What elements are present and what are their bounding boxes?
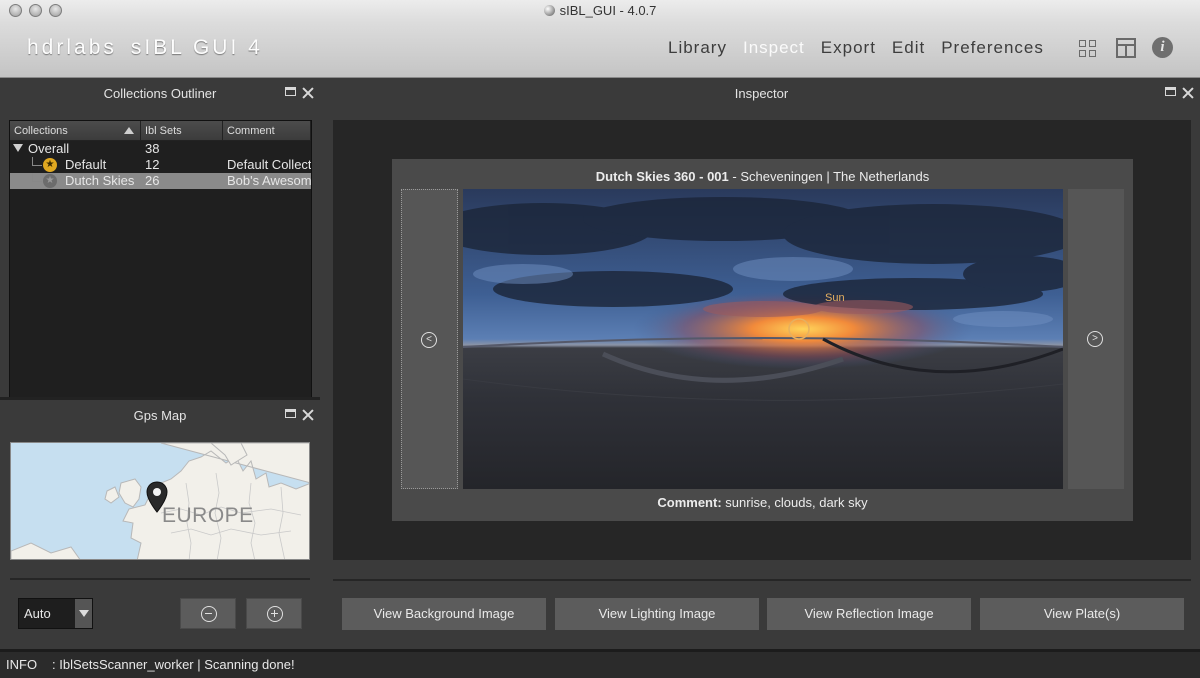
grid-layout-icon[interactable] xyxy=(1077,38,1097,58)
menu-edit[interactable]: Edit xyxy=(892,38,925,58)
view-plates-button[interactable]: View Plate(s) xyxy=(980,598,1184,630)
menu-preferences[interactable]: Preferences xyxy=(941,38,1044,58)
panorama-preview-image[interactable]: Sun xyxy=(463,189,1063,489)
chevron-right-icon: > xyxy=(1087,331,1103,347)
status-message: : IblSetsScanner_worker | Scanning done! xyxy=(52,657,295,672)
app-icon xyxy=(543,5,555,16)
panel-title: Gps Map xyxy=(133,408,187,423)
close-panel-icon[interactable] xyxy=(302,87,314,99)
float-panel-icon[interactable] xyxy=(1165,87,1176,96)
tree-row-dutch-skies[interactable]: ★Dutch Skies 26 Bob's Awesome Collection xyxy=(10,173,311,189)
collections-outliner-panel: Collections Outliner Collections Ibl Set… xyxy=(0,78,320,466)
ibl-set-card: Dutch Skies 360 - 001 - Scheveningen | T… xyxy=(392,159,1133,521)
menu-inspect[interactable]: Inspect xyxy=(743,38,805,58)
sun-position-label: Sun xyxy=(825,292,845,304)
minus-icon xyxy=(201,606,217,622)
inspector-panel: Inspector Dutch Skies 360 - 001 - Scheve… xyxy=(323,78,1200,649)
panel-title: Collections Outliner xyxy=(103,86,217,101)
status-bar: INFO : IblSetsScanner_worker | Scanning d… xyxy=(0,649,1200,678)
ibl-set-title: Dutch Skies 360 - 001 - Scheveningen | T… xyxy=(595,169,930,184)
next-set-button[interactable]: > xyxy=(1068,189,1124,489)
gps-map[interactable]: EUROPE xyxy=(10,442,310,560)
toolbar: sIBL_GUI - 4.0.7 hdrlabs sIBL GUI 4 Libra… xyxy=(0,0,1200,78)
brand-logo: hdrlabs sIBL GUI 4 xyxy=(27,36,263,59)
menu-export[interactable]: Export xyxy=(821,38,876,58)
column-comment[interactable]: Comment xyxy=(223,121,311,140)
column-ibl-sets[interactable]: Ibl Sets xyxy=(141,121,223,140)
panel-title: Inspector xyxy=(734,86,789,101)
map-region-label: EUROPE xyxy=(162,504,254,527)
float-panel-icon[interactable] xyxy=(285,87,296,96)
window-title: sIBL_GUI - 4.0.7 xyxy=(0,3,1200,18)
close-panel-icon[interactable] xyxy=(1182,87,1194,99)
app-window: sIBL_GUI - 4.0.7 hdrlabs sIBL GUI 4 Libra… xyxy=(0,0,1200,678)
tree-row-default[interactable]: ★Default 12 Default Collection xyxy=(10,157,311,173)
chevron-down-icon[interactable] xyxy=(75,599,92,628)
float-panel-icon[interactable] xyxy=(285,409,296,418)
tree-header: Collections Ibl Sets Comment xyxy=(10,121,311,141)
zoom-out-button[interactable] xyxy=(180,598,236,629)
expand-arrow-icon[interactable] xyxy=(13,144,23,152)
zoom-in-button[interactable] xyxy=(246,598,302,629)
tree-row-overall[interactable]: Overall 38 xyxy=(10,141,311,157)
plus-icon xyxy=(267,606,283,622)
column-collections[interactable]: Collections xyxy=(10,121,141,140)
inspector-viewport: Dutch Skies 360 - 001 - Scheveningen | T… xyxy=(333,120,1191,560)
star-icon: ★ xyxy=(43,158,57,172)
sort-ascending-icon xyxy=(124,127,134,134)
layouts-icon[interactable] xyxy=(1116,38,1136,58)
view-reflection-image-button[interactable]: View Reflection Image xyxy=(767,598,971,630)
info-icon[interactable]: i xyxy=(1152,37,1173,58)
gps-map-panel: Gps Map EUROPE Auto xyxy=(0,400,320,649)
ibl-set-comment: Comment: sunrise, clouds, dark sky xyxy=(657,495,868,510)
chevron-left-icon: < xyxy=(421,332,437,348)
collection-icon: ★ xyxy=(43,174,57,188)
view-lighting-image-button[interactable]: View Lighting Image xyxy=(555,598,759,630)
view-background-image-button[interactable]: View Background Image xyxy=(342,598,546,630)
main-menu: Library Inspect Export Edit Preferences xyxy=(668,38,1060,58)
close-panel-icon[interactable] xyxy=(302,409,314,421)
previous-set-button[interactable]: < xyxy=(401,189,458,489)
map-zoom-select[interactable]: Auto xyxy=(18,598,93,629)
menu-library[interactable]: Library xyxy=(668,38,727,58)
status-level: INFO xyxy=(6,657,38,672)
